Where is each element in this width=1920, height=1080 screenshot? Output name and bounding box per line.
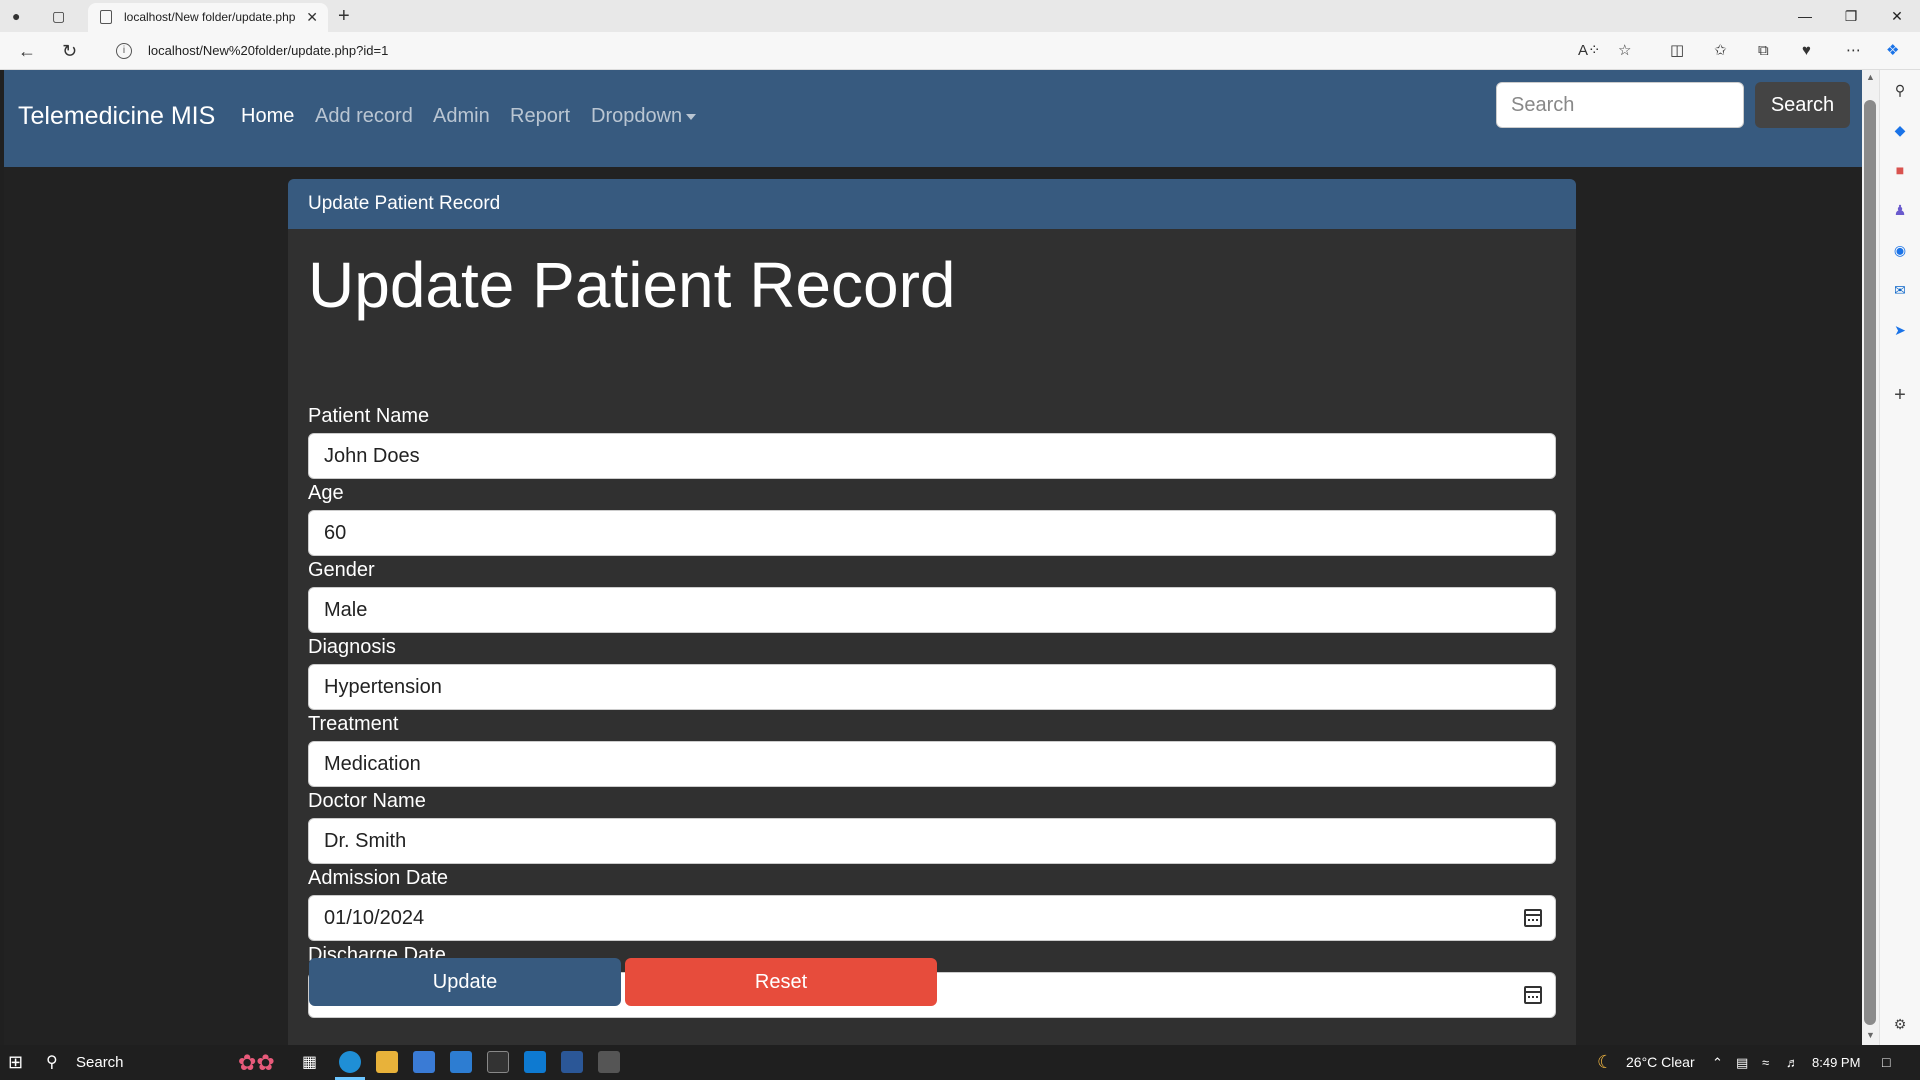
card-header: Update Patient Record <box>288 179 1576 229</box>
navbar: Telemedicine MIS Home Add record Admin R… <box>4 70 1862 167</box>
sidebar-search-icon[interactable]: ⚲ <box>1880 82 1920 99</box>
weather-moon-icon[interactable]: ☾ <box>1597 1045 1613 1080</box>
back-icon[interactable]: ← <box>18 32 36 70</box>
admission-date-input[interactable] <box>308 895 1556 941</box>
minimize-icon[interactable]: — <box>1782 0 1828 32</box>
nav-dropdown-label: Dropdown <box>591 105 683 127</box>
close-window-icon[interactable]: ✕ <box>1874 0 1920 32</box>
site-info-icon[interactable]: i <box>116 43 132 59</box>
browser-tab-bar: ● ▢ localhost/New folder/update.php ✕ + … <box>0 0 1920 32</box>
copilot-icon[interactable]: ❖ <box>1886 32 1899 70</box>
profile-icon[interactable]: ● <box>12 0 20 32</box>
patient-name-label: Patient Name <box>308 405 430 427</box>
page-title: Update Patient Record <box>308 249 956 321</box>
file-explorer-icon[interactable] <box>376 1051 398 1073</box>
refresh-icon[interactable]: ↻ <box>62 32 77 70</box>
clock-time[interactable]: 8:49 PM <box>1812 1045 1860 1080</box>
search-button[interactable]: Search <box>1755 82 1850 128</box>
favorite-star-icon[interactable]: ☆ <box>1618 32 1631 70</box>
close-tab-icon[interactable]: ✕ <box>306 3 318 32</box>
update-button[interactable]: Update <box>309 958 621 1006</box>
calendar-icon[interactable] <box>1524 986 1542 1004</box>
nav-dropdown-toggle[interactable]: Dropdown <box>591 70 697 162</box>
wifi-icon[interactable]: ≈ <box>1762 1045 1769 1080</box>
taskbar-search-box[interactable]: Search <box>76 1045 124 1080</box>
treatment-input[interactable] <box>308 741 1556 787</box>
update-form-card: Update Patient Record Update Patient Rec… <box>288 179 1576 1045</box>
web-page: Telemedicine MIS Home Add record Admin R… <box>4 70 1862 1045</box>
edge-sidebar: ⚲ ◆ ■ ♟ ◉ ✉ ➤ + ⚙ <box>1879 70 1920 1045</box>
admission-date-label: Admission Date <box>308 867 449 889</box>
scroll-up-icon[interactable]: ▲ <box>1862 72 1879 82</box>
sidebar-shopping-icon[interactable]: ◆ <box>1880 122 1920 139</box>
browser-tab[interactable]: localhost/New folder/update.php ✕ <box>88 3 328 32</box>
browser-essentials-icon[interactable]: ♥ <box>1802 32 1811 70</box>
age-input[interactable] <box>308 510 1556 556</box>
vscode-app-icon[interactable] <box>524 1051 546 1073</box>
gender-input[interactable] <box>308 587 1556 633</box>
search-input[interactable] <box>1496 82 1744 128</box>
network-icon[interactable]: ▤ <box>1736 1045 1748 1080</box>
address-bar: ← ↻ i localhost/New%20folder/update.php?… <box>0 32 1920 70</box>
url-field[interactable]: localhost/New%20folder/update.php?id=1 <box>148 32 388 70</box>
page-icon <box>100 10 112 24</box>
calendar-icon[interactable] <box>1524 909 1542 927</box>
store-app-icon[interactable] <box>413 1051 435 1073</box>
favorites-icon[interactable]: ✩ <box>1714 32 1727 70</box>
tab-actions-icon[interactable]: ▢ <box>52 0 65 32</box>
treatment-label: Treatment <box>308 713 399 735</box>
sidebar-microsoft365-icon[interactable]: ◉ <box>1880 242 1920 259</box>
doctor-name-input[interactable] <box>308 818 1556 864</box>
show-hidden-icons-icon[interactable]: ⌃ <box>1712 1045 1723 1080</box>
taskbar: ⊞ ⚲ Search ✿✿ ▦ ☾ 26°C Clear ⌃ ▤ ≈ ♬ 8:4… <box>0 1045 1920 1080</box>
sidebar-settings-icon[interactable]: ⚙ <box>1880 1016 1920 1033</box>
sidebar-games-icon[interactable]: ♟ <box>1880 202 1920 219</box>
tab-title: localhost/New folder/update.php <box>124 10 296 24</box>
sidebar-outlook-icon[interactable]: ✉ <box>1880 282 1920 299</box>
scroll-down-icon[interactable]: ▼ <box>1862 1030 1879 1040</box>
sidebar-send-icon[interactable]: ➤ <box>1880 322 1920 339</box>
doctor-name-label: Doctor Name <box>308 790 426 812</box>
edge-app-icon[interactable] <box>339 1051 361 1073</box>
weather-text[interactable]: 26°C Clear <box>1626 1045 1695 1080</box>
mail-app-icon[interactable] <box>450 1051 472 1073</box>
more-menu-icon[interactable]: ⋯ <box>1846 32 1861 70</box>
reset-button[interactable]: Reset <box>625 958 937 1006</box>
scrollbar-thumb[interactable] <box>1864 100 1876 1025</box>
diagnosis-input[interactable] <box>308 664 1556 710</box>
restore-icon[interactable]: ❐ <box>1828 0 1874 32</box>
word-app-icon[interactable] <box>561 1051 583 1073</box>
nav-link-report[interactable]: Report <box>510 70 570 162</box>
app-icon[interactable] <box>598 1051 620 1073</box>
patient-name-input[interactable] <box>308 433 1556 479</box>
age-label: Age <box>308 482 344 504</box>
diagnosis-label: Diagnosis <box>308 636 396 658</box>
brand-link[interactable]: Telemedicine MIS <box>18 70 215 162</box>
notification-icon[interactable]: □ <box>1882 1045 1890 1080</box>
caret-down-icon <box>686 113 697 120</box>
volume-icon[interactable]: ♬ <box>1786 1045 1799 1080</box>
nav-link-admin[interactable]: Admin <box>433 70 490 162</box>
task-view-icon[interactable]: ▦ <box>302 1045 317 1080</box>
split-screen-icon[interactable]: ◫ <box>1670 32 1684 70</box>
new-tab-icon[interactable]: + <box>338 0 350 32</box>
collections-icon[interactable]: ⧉ <box>1758 32 1769 70</box>
sidebar-tools-icon[interactable]: ■ <box>1880 162 1920 178</box>
nav-link-home[interactable]: Home <box>241 70 294 162</box>
gender-label: Gender <box>308 559 375 581</box>
read-aloud-icon[interactable]: A⁘ <box>1578 32 1601 70</box>
flowers-widget-icon[interactable]: ✿✿ <box>238 1045 275 1080</box>
terminal-app-icon[interactable] <box>487 1051 509 1073</box>
windows-start-icon[interactable]: ⊞ <box>8 1045 23 1080</box>
nav-link-add-record[interactable]: Add record <box>315 70 413 162</box>
taskbar-search-icon[interactable]: ⚲ <box>46 1045 58 1080</box>
sidebar-add-icon[interactable]: + <box>1880 384 1920 407</box>
